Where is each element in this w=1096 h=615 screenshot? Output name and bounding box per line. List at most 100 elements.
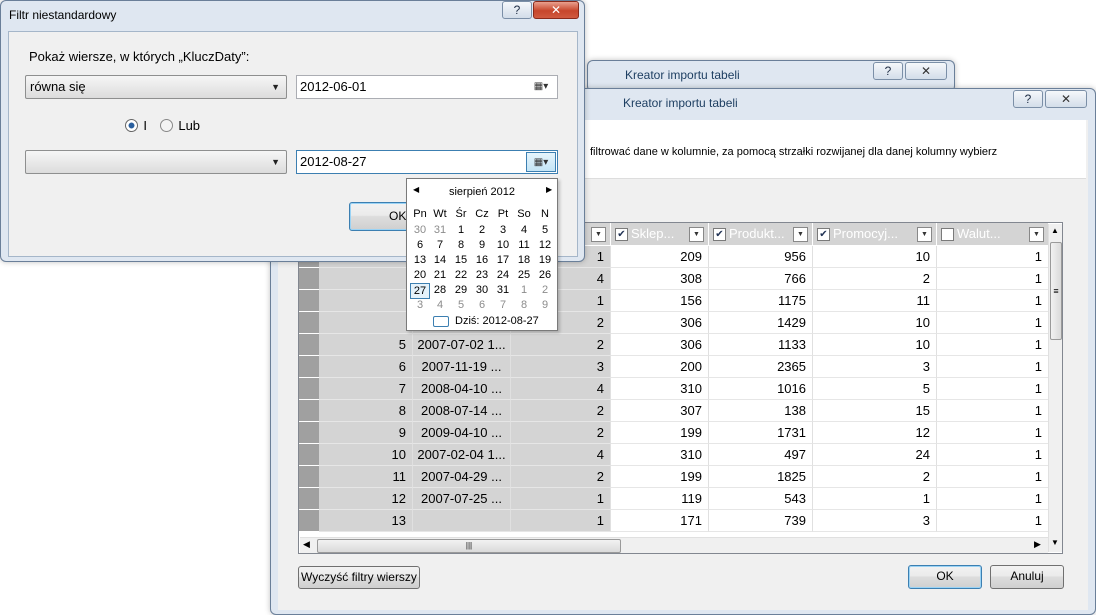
value1-date-field[interactable]: 2012-06-01 ▦▾ bbox=[296, 75, 558, 99]
calendar-day[interactable]: 7 bbox=[493, 298, 513, 312]
scroll-right-arrow-icon[interactable]: ▶ bbox=[1034, 539, 1041, 550]
calendar-day[interactable]: 6 bbox=[472, 298, 492, 312]
scroll-left-arrow-icon[interactable]: ◀ bbox=[303, 539, 310, 550]
filter-help-button[interactable]: ? bbox=[502, 1, 532, 19]
calendar-day[interactable]: 9 bbox=[472, 238, 492, 252]
scroll-thumb-horizontal[interactable]: ||| bbox=[317, 539, 621, 553]
scroll-down-arrow-icon[interactable]: ▼ bbox=[1051, 538, 1059, 547]
row-header[interactable] bbox=[299, 488, 319, 510]
back-close-button[interactable]: ✕ bbox=[905, 62, 947, 80]
calendar-day[interactable]: 28 bbox=[430, 283, 450, 297]
calendar-day[interactable]: 11 bbox=[514, 238, 534, 252]
calendar-month-label[interactable]: sierpień 2012 bbox=[407, 186, 557, 198]
value2-date-field[interactable]: 2012-08-27 ▦▾ bbox=[296, 150, 558, 174]
row-header[interactable] bbox=[299, 422, 319, 444]
calendar-picker-button-open[interactable]: ▦▾ bbox=[526, 152, 556, 172]
row-header[interactable] bbox=[299, 466, 319, 488]
calendar-day[interactable]: 18 bbox=[514, 253, 534, 267]
calendar-day[interactable]: 15 bbox=[451, 253, 471, 267]
calendar-day[interactable]: 30 bbox=[472, 283, 492, 297]
scroll-thumb[interactable]: ≡ bbox=[1050, 242, 1062, 340]
calendar-day[interactable]: 5 bbox=[535, 223, 555, 237]
calendar-day[interactable]: 7 bbox=[430, 238, 450, 252]
calendar-picker-button[interactable]: ▦▾ bbox=[526, 77, 556, 97]
main-help-button[interactable]: ? bbox=[1013, 90, 1043, 108]
calendar-day[interactable]: 4 bbox=[430, 298, 450, 312]
column-header-promocyjny[interactable]: ✔ Promocyj... ▼ bbox=[813, 223, 937, 245]
operator1-select[interactable]: równa się ▼ bbox=[25, 75, 287, 99]
row-header[interactable] bbox=[299, 334, 319, 356]
calendar-day[interactable]: 13 bbox=[410, 253, 430, 267]
row-header[interactable] bbox=[299, 400, 319, 422]
column-header-waluta[interactable]: Walut... ▼ bbox=[937, 223, 1049, 245]
calendar-day[interactable]: 6 bbox=[410, 238, 430, 252]
calendar-day[interactable]: 31 bbox=[493, 283, 513, 297]
calendar-day[interactable]: 21 bbox=[430, 268, 450, 282]
column-checkbox[interactable]: ✔ bbox=[817, 228, 830, 241]
filter-close-button[interactable]: ✕ bbox=[533, 1, 579, 19]
calendar-day[interactable]: 14 bbox=[430, 253, 450, 267]
calendar-day[interactable]: 8 bbox=[514, 298, 534, 312]
today-link[interactable]: Dziś: 2012-08-27 bbox=[455, 315, 539, 327]
calendar-day[interactable]: 2 bbox=[472, 223, 492, 237]
table-cell-promo: 12 bbox=[813, 422, 937, 444]
row-header[interactable] bbox=[299, 312, 319, 334]
filter-prompt: Pokaż wiersze, w których „KluczDaty”: bbox=[29, 49, 250, 64]
calendar-day[interactable]: 16 bbox=[472, 253, 492, 267]
calendar-day[interactable]: 19 bbox=[535, 253, 555, 267]
calendar-day[interactable]: 25 bbox=[514, 268, 534, 282]
calendar-day[interactable]: 1 bbox=[451, 223, 471, 237]
back-help-button[interactable]: ? bbox=[873, 62, 903, 80]
calendar-day[interactable]: 8 bbox=[451, 238, 471, 252]
column-filter-dropdown[interactable]: ▼ bbox=[793, 227, 808, 242]
operator2-select[interactable]: ▼ bbox=[25, 150, 287, 174]
calendar-day[interactable]: 26 bbox=[535, 268, 555, 282]
calendar-day[interactable]: 4 bbox=[514, 223, 534, 237]
column-filter-dropdown[interactable]: ▼ bbox=[689, 227, 704, 242]
column-filter-dropdown[interactable]: ▼ bbox=[917, 227, 932, 242]
calendar-day[interactable]: 12 bbox=[535, 238, 555, 252]
and-radio[interactable]: I bbox=[125, 118, 147, 133]
table-cell-store: 310 bbox=[611, 444, 709, 466]
column-header-sklep[interactable]: ✔ Sklep... ▼ bbox=[611, 223, 709, 245]
horizontal-scrollbar[interactable]: ◀ ||| ▶ bbox=[300, 537, 1048, 553]
cancel-button[interactable]: Anuluj bbox=[990, 565, 1064, 589]
row-header[interactable] bbox=[299, 268, 319, 290]
calendar-day[interactable]: 22 bbox=[451, 268, 471, 282]
or-radio[interactable]: Lub bbox=[160, 118, 201, 134]
calendar-day[interactable]: 3 bbox=[410, 298, 430, 312]
calendar-day[interactable]: 23 bbox=[472, 268, 492, 282]
next-month-arrow-icon[interactable]: ▶ bbox=[546, 185, 552, 194]
column-filter-dropdown[interactable]: ▼ bbox=[591, 227, 606, 242]
vertical-scrollbar[interactable]: ▲ ≡ ▼ bbox=[1048, 224, 1062, 552]
calendar-day[interactable]: 30 bbox=[410, 223, 430, 237]
calendar-day[interactable]: 10 bbox=[493, 238, 513, 252]
calendar-day[interactable]: 2 bbox=[535, 283, 555, 297]
table-cell-store: 119 bbox=[611, 488, 709, 510]
calendar-day[interactable]: 20 bbox=[410, 268, 430, 282]
row-header[interactable] bbox=[299, 510, 319, 532]
calendar-day[interactable]: 5 bbox=[451, 298, 471, 312]
or-label: Lub bbox=[178, 118, 201, 134]
calendar-day[interactable]: 31 bbox=[430, 223, 450, 237]
column-checkbox[interactable]: ✔ bbox=[615, 228, 628, 241]
column-header-produkt[interactable]: ✔ Produkt... ▼ bbox=[709, 223, 813, 245]
calendar-day[interactable]: 17 bbox=[493, 253, 513, 267]
main-close-button[interactable]: ✕ bbox=[1045, 90, 1087, 108]
calendar-day[interactable]: 24 bbox=[493, 268, 513, 282]
column-filter-dropdown[interactable]: ▼ bbox=[1029, 227, 1044, 242]
row-header[interactable] bbox=[299, 290, 319, 312]
row-header[interactable] bbox=[299, 378, 319, 400]
calendar-day[interactable]: 29 bbox=[451, 283, 471, 297]
scroll-up-arrow-icon[interactable]: ▲ bbox=[1051, 226, 1059, 235]
row-header[interactable] bbox=[299, 444, 319, 466]
ok-button[interactable]: OK bbox=[908, 565, 982, 589]
column-checkbox[interactable]: ✔ bbox=[713, 228, 726, 241]
clear-row-filters-button[interactable]: Wyczyść filtry wierszy bbox=[298, 566, 420, 589]
calendar-day[interactable]: 27 bbox=[410, 283, 430, 299]
calendar-day[interactable]: 9 bbox=[535, 298, 555, 312]
calendar-day[interactable]: 1 bbox=[514, 283, 534, 297]
column-checkbox[interactable] bbox=[941, 228, 954, 241]
row-header[interactable] bbox=[299, 356, 319, 378]
calendar-day[interactable]: 3 bbox=[493, 223, 513, 237]
